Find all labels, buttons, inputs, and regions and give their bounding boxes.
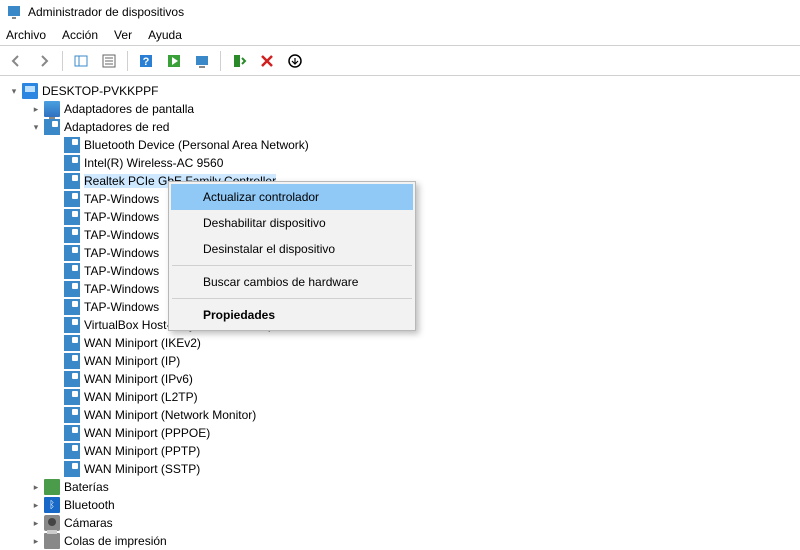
network-adapter-icon [44, 119, 60, 135]
ctx-update-driver[interactable]: Actualizar controlador [171, 184, 413, 210]
bluetooth-icon: ᛒ [44, 497, 60, 513]
monitor-icon [44, 101, 60, 117]
chevron-down-icon[interactable]: ▾ [30, 121, 42, 133]
chevron-down-icon[interactable]: ▾ [8, 85, 20, 97]
window-titlebar: Administrador de dispositivos [0, 0, 800, 24]
properties-button[interactable] [97, 49, 121, 73]
show-hide-tree-button[interactable] [69, 49, 93, 73]
computer-icon [22, 83, 38, 99]
tree-category-cameras[interactable]: ▸ Cámaras [8, 514, 800, 532]
network-adapter-icon [64, 317, 80, 333]
network-adapter-icon [64, 335, 80, 351]
network-adapter-icon [64, 191, 80, 207]
menu-help[interactable]: Ayuda [148, 28, 182, 42]
forward-button[interactable] [32, 49, 56, 73]
network-adapter-icon [64, 263, 80, 279]
toolbar-separator [220, 51, 221, 71]
svg-text:?: ? [143, 56, 150, 68]
network-adapter-icon [64, 227, 80, 243]
tree-item-wan-sstp[interactable]: WAN Miniport (SSTP) [8, 460, 800, 478]
tree-item-wan-ikev2[interactable]: WAN Miniport (IKEv2) [8, 334, 800, 352]
network-adapter-icon [64, 353, 80, 369]
toolbar-separator [127, 51, 128, 71]
menu-view[interactable]: Ver [114, 28, 132, 42]
tree-category-display-adapters[interactable]: ▸ Adaptadores de pantalla [8, 100, 800, 118]
network-adapter-icon [64, 371, 80, 387]
tree-item-intel-wifi[interactable]: Intel(R) Wireless-AC 9560 [8, 154, 800, 172]
menubar: Archivo Acción Ver Ayuda [0, 24, 800, 46]
tree-root[interactable]: ▾ DESKTOP-PVKKPPF [8, 82, 800, 100]
network-adapter-icon [64, 155, 80, 171]
network-adapter-icon [64, 299, 80, 315]
menu-action[interactable]: Acción [62, 28, 98, 42]
network-adapter-icon [64, 461, 80, 477]
window-title: Administrador de dispositivos [28, 5, 184, 19]
network-adapter-icon [64, 137, 80, 153]
ctx-scan-hardware[interactable]: Buscar cambios de hardware [171, 269, 413, 295]
toolbar: ? [0, 46, 800, 76]
chevron-right-icon[interactable]: ▸ [30, 499, 42, 511]
menu-file[interactable]: Archivo [6, 28, 46, 42]
tree-category-network-adapters[interactable]: ▾ Adaptadores de red [8, 118, 800, 136]
tree-item-wan-ipv6[interactable]: WAN Miniport (IPv6) [8, 370, 800, 388]
network-adapter-icon [64, 407, 80, 423]
chevron-right-icon[interactable]: ▸ [30, 517, 42, 529]
network-adapter-icon [64, 281, 80, 297]
scan-hardware-button[interactable] [190, 49, 214, 73]
tree-item-wan-l2tp[interactable]: WAN Miniport (L2TP) [8, 388, 800, 406]
network-adapter-icon [64, 425, 80, 441]
tree-category-print-queues[interactable]: ▸ Colas de impresión [8, 532, 800, 550]
chevron-right-icon[interactable]: ▸ [30, 103, 42, 115]
uninstall-device-button[interactable] [283, 49, 307, 73]
tree-item-wan-ip[interactable]: WAN Miniport (IP) [8, 352, 800, 370]
tree-item-wan-pptp[interactable]: WAN Miniport (PPTP) [8, 442, 800, 460]
action-button[interactable] [162, 49, 186, 73]
ctx-uninstall-device[interactable]: Desinstalar el dispositivo [171, 236, 413, 262]
app-icon [6, 4, 22, 20]
tree-root-label: DESKTOP-PVKKPPF [42, 84, 158, 98]
back-button[interactable] [4, 49, 28, 73]
context-menu-separator [172, 298, 412, 299]
battery-icon [44, 479, 60, 495]
tree-item-bt-pan[interactable]: Bluetooth Device (Personal Area Network) [8, 136, 800, 154]
tree-category-batteries[interactable]: ▸ Baterías [8, 478, 800, 496]
disable-device-button[interactable] [255, 49, 279, 73]
camera-icon [44, 515, 60, 531]
tree-item-wan-netmon[interactable]: WAN Miniport (Network Monitor) [8, 406, 800, 424]
printer-icon [44, 533, 60, 549]
tree-category-bluetooth[interactable]: ▸ ᛒ Bluetooth [8, 496, 800, 514]
network-adapter-icon [64, 209, 80, 225]
network-adapter-icon [64, 443, 80, 459]
tree-item-wan-pppoe[interactable]: WAN Miniport (PPPOE) [8, 424, 800, 442]
chevron-right-icon[interactable]: ▸ [30, 535, 42, 547]
enable-device-button[interactable] [227, 49, 251, 73]
ctx-properties[interactable]: Propiedades [171, 302, 413, 328]
help-button[interactable]: ? [134, 49, 158, 73]
chevron-right-icon[interactable]: ▸ [30, 481, 42, 493]
network-adapter-icon [64, 173, 80, 189]
network-adapter-icon [64, 245, 80, 261]
network-adapter-icon [64, 389, 80, 405]
ctx-disable-device[interactable]: Deshabilitar dispositivo [171, 210, 413, 236]
context-menu: Actualizar controlador Deshabilitar disp… [168, 181, 416, 331]
toolbar-separator [62, 51, 63, 71]
context-menu-separator [172, 265, 412, 266]
